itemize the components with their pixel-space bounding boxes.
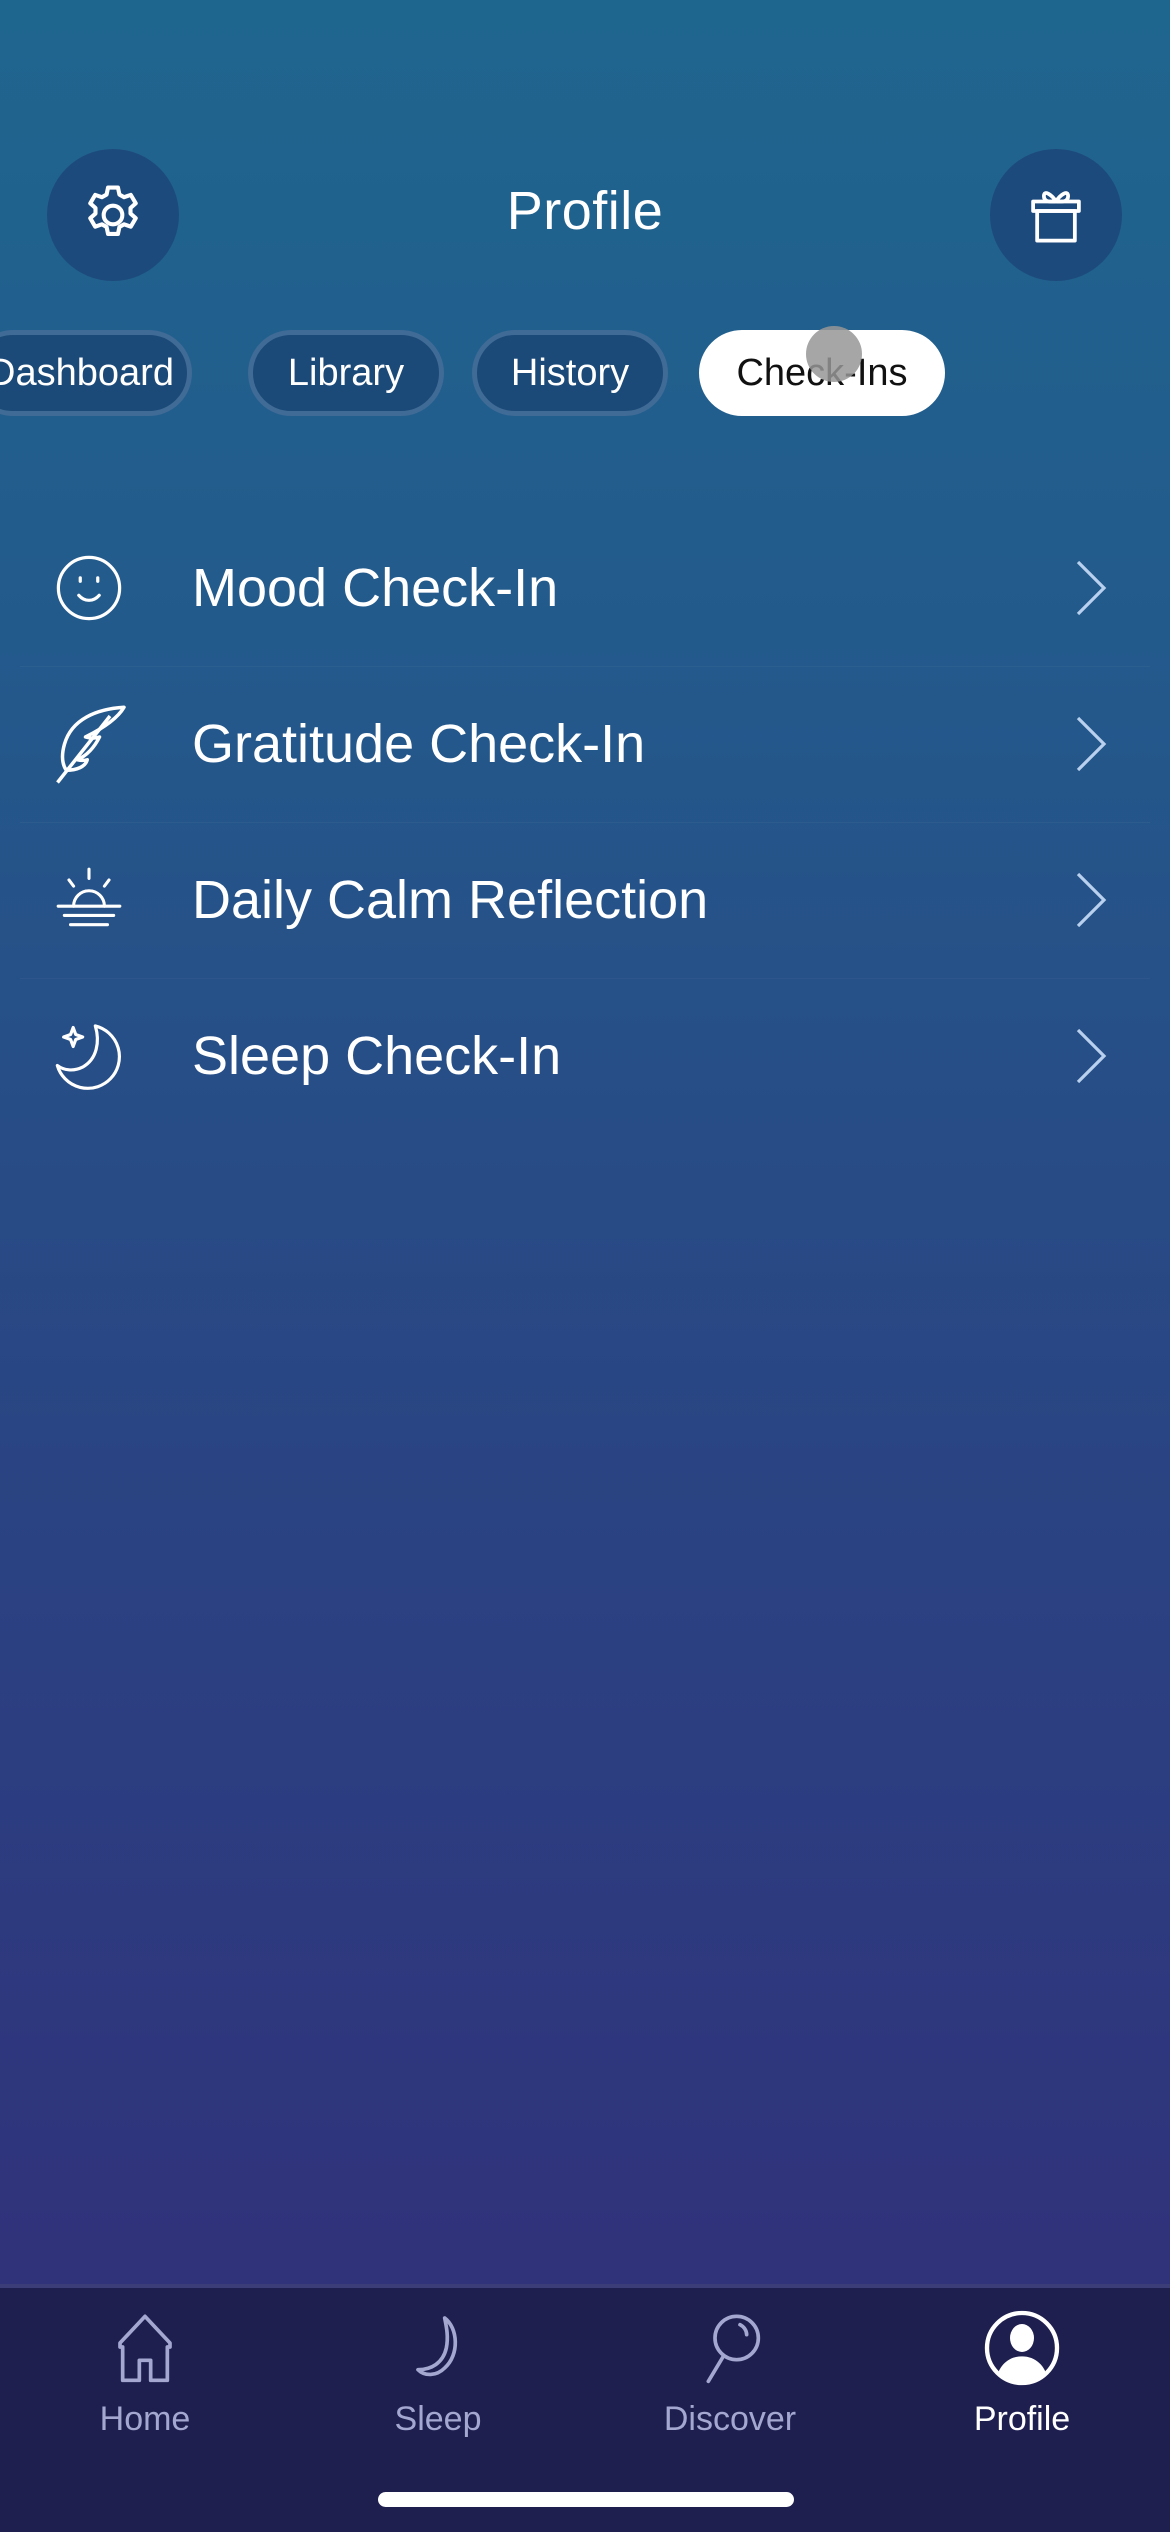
- checkin-list: Mood Check-In Gratitude Check-In Daily C…: [0, 510, 1170, 1134]
- tabbar-home[interactable]: Home: [45, 2308, 245, 2458]
- list-item-mood-check-in[interactable]: Mood Check-In: [0, 510, 1170, 666]
- tab-label: Discover: [663, 2400, 797, 2438]
- tab-label: Home: [99, 2400, 191, 2438]
- tabbar-discover[interactable]: Discover: [630, 2308, 830, 2458]
- gift-icon: [1031, 191, 1081, 243]
- list-item-daily-calm-reflection[interactable]: Daily Calm Reflection: [0, 822, 1170, 978]
- tab-dashboard[interactable]: Dashboard: [0, 330, 192, 416]
- tab-label: Library: [287, 351, 405, 394]
- list-item-label: Mood Check-In: [192, 558, 559, 618]
- list-item-label: Sleep Check-In: [192, 1026, 562, 1086]
- tab-library[interactable]: Library: [248, 330, 444, 416]
- tab-label: Profile: [973, 2400, 1071, 2438]
- chevron-right-icon: [1076, 716, 1107, 772]
- profile-icon: [984, 2310, 1060, 2386]
- profile-tabs: Dashboard Library History Check-Ins: [0, 330, 1170, 416]
- chevron-right-icon: [1076, 1028, 1107, 1084]
- tabbar-sleep[interactable]: Sleep: [338, 2308, 538, 2458]
- tabbar-profile[interactable]: Profile: [922, 2308, 1122, 2458]
- feather-icon: [44, 699, 134, 789]
- sunrise-icon: [44, 855, 134, 945]
- tab-check-ins[interactable]: Check-Ins: [699, 330, 945, 416]
- list-item-label: Gratitude Check-In: [192, 714, 646, 774]
- list-item-sleep-check-in[interactable]: Sleep Check-In: [0, 978, 1170, 1134]
- chevron-right-icon: [1076, 872, 1107, 928]
- tab-label: Dashboard: [0, 351, 174, 394]
- moon-star-icon: [44, 1011, 134, 1101]
- moon-icon: [416, 2316, 458, 2377]
- list-item-label: Daily Calm Reflection: [192, 870, 709, 930]
- list-item-gratitude-check-in[interactable]: Gratitude Check-In: [0, 666, 1170, 822]
- tab-label: Check-Ins: [736, 351, 908, 394]
- tab-label: History: [510, 351, 630, 394]
- gift-button[interactable]: [990, 149, 1122, 281]
- search-icon: [706, 2314, 761, 2384]
- tab-history[interactable]: History: [472, 330, 668, 416]
- chevron-right-icon: [1076, 560, 1107, 616]
- home-icon: [118, 2314, 172, 2383]
- smiley-icon: [44, 543, 134, 633]
- home-indicator[interactable]: [378, 2492, 794, 2507]
- tab-label: Sleep: [394, 2400, 482, 2438]
